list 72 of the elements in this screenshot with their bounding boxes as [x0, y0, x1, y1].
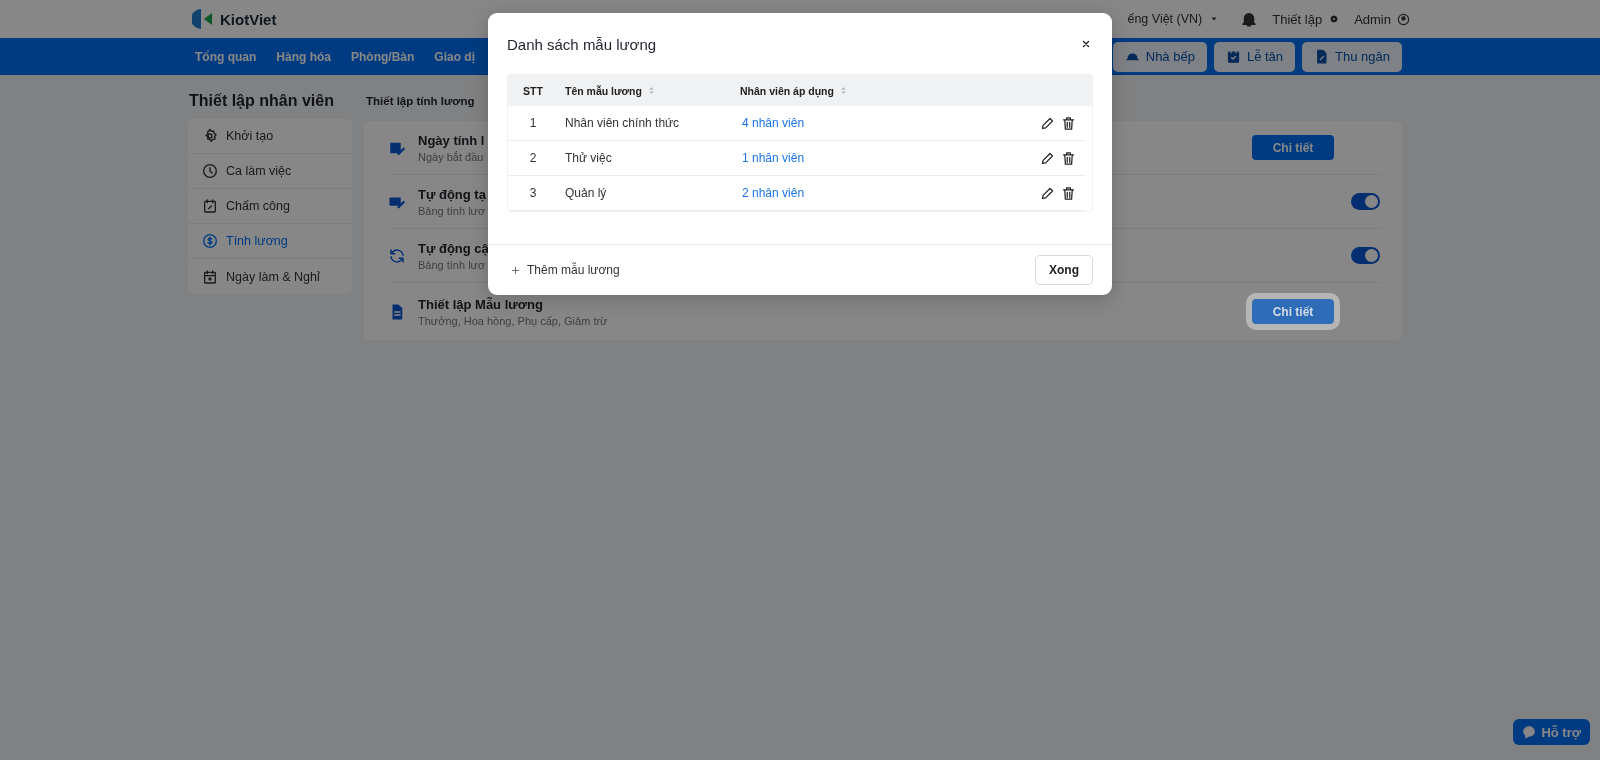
help-button[interactable]: Hỗ trợ [1513, 719, 1590, 745]
logo-text: KiotViet [220, 10, 277, 28]
table-cell: 2 [529, 151, 537, 165]
edit-button[interactable] [1040, 150, 1055, 166]
setting-description: Bảng tính lươ [418, 258, 486, 271]
pencil-icon [1040, 150, 1055, 166]
toggle-switch[interactable] [1351, 247, 1380, 264]
column-header: STT [523, 84, 543, 97]
delete-button[interactable] [1061, 115, 1076, 131]
nav-action-button[interactable]: Nhà bếp [1112, 41, 1207, 72]
column-header: Tên mẫu lương [565, 84, 642, 97]
setting-title: Tự động tạ [418, 186, 486, 202]
nav-action-button[interactable]: Thu ngân [1302, 41, 1402, 72]
edit-button[interactable] [1040, 185, 1055, 201]
language-selector[interactable]: ếng Việt (VN) [1127, 12, 1203, 26]
delete-button[interactable] [1061, 150, 1076, 166]
nav-item[interactable]: Giao dị [424, 49, 485, 64]
refresh-icon [388, 246, 406, 265]
add-template-button[interactable]: Thêm mẫu lương [504, 262, 626, 278]
setting-description: Bảng tính lươ [418, 204, 486, 217]
trash-icon [1061, 115, 1076, 131]
employees-link[interactable]: 4 nhân viên [742, 116, 805, 130]
edit-button[interactable] [1040, 115, 1055, 131]
setting-description: Thưởng, Hoa hồng, Phụ cấp, Giảm trừ [418, 314, 608, 327]
settings-link[interactable]: Thiết lập [1272, 11, 1323, 27]
employees-link[interactable]: 1 nhân viên [742, 151, 805, 165]
table-cell: Nhân viên chính thức [565, 116, 680, 130]
sidebar-item[interactable]: Khởi tạo [188, 119, 352, 154]
table-cell: Quản lý [565, 186, 607, 200]
toggle-switch[interactable] [1351, 193, 1380, 210]
setting-title: Thiết lập Mẫu lương [418, 296, 543, 312]
sidebar-item[interactable]: Ca làm việc [188, 154, 352, 189]
table-cell: 1 [529, 116, 537, 130]
setting-title: Tự động cậ [418, 240, 489, 256]
user-icon [1397, 12, 1410, 26]
clock-icon [202, 163, 218, 179]
trash-icon [1061, 185, 1076, 201]
trash-icon [1061, 150, 1076, 166]
column-header: Nhân viên áp dụng [740, 84, 834, 97]
gear-icon [1328, 13, 1341, 25]
pencil-icon [1040, 185, 1055, 201]
setting-description: Ngày bắt đầu [418, 150, 484, 163]
user-menu[interactable]: Admin [1354, 11, 1391, 27]
gear-icon [202, 128, 218, 144]
table-cell: 3 [529, 186, 537, 200]
table-cell: Thử việc [565, 151, 612, 165]
nav-item[interactable]: Hàng hóa [266, 49, 341, 64]
dollar-icon [202, 233, 218, 249]
details-button[interactable]: Chi tiết [1252, 135, 1334, 160]
pencil-icon [1040, 115, 1055, 131]
sidebar-title: Thiết lập nhân viên [189, 92, 335, 110]
nav-action-button[interactable]: Lễ tân [1213, 41, 1296, 72]
setting-title: Ngày tính l [418, 132, 485, 148]
employees-link[interactable]: 2 nhân viên [742, 186, 805, 200]
calendar-icon [202, 198, 218, 214]
close-icon [1080, 38, 1092, 50]
calendar-check-icon [1225, 49, 1241, 64]
sidebar-item[interactable]: Tính lương [188, 224, 352, 259]
plus-icon [510, 264, 521, 276]
sidebar-item[interactable]: Chấm công [188, 189, 352, 224]
nav-item[interactable]: Phòng/Bàn [341, 49, 425, 64]
section-title: Thiết lập tính lương [366, 95, 476, 107]
sidebar-item[interactable]: Ngày làm & Nghỉ [188, 259, 352, 294]
dialog-title: Danh sách mẫu lương [507, 35, 657, 53]
chat-icon [1522, 725, 1537, 739]
logo-icon [192, 8, 214, 30]
document-edit-icon [1314, 49, 1330, 64]
close-button[interactable] [1080, 38, 1092, 50]
done-button[interactable]: Xong [1035, 255, 1093, 285]
delete-button[interactable] [1061, 185, 1076, 201]
bell-icon [1240, 10, 1259, 28]
nav-item[interactable]: Tổng quan [185, 49, 267, 64]
